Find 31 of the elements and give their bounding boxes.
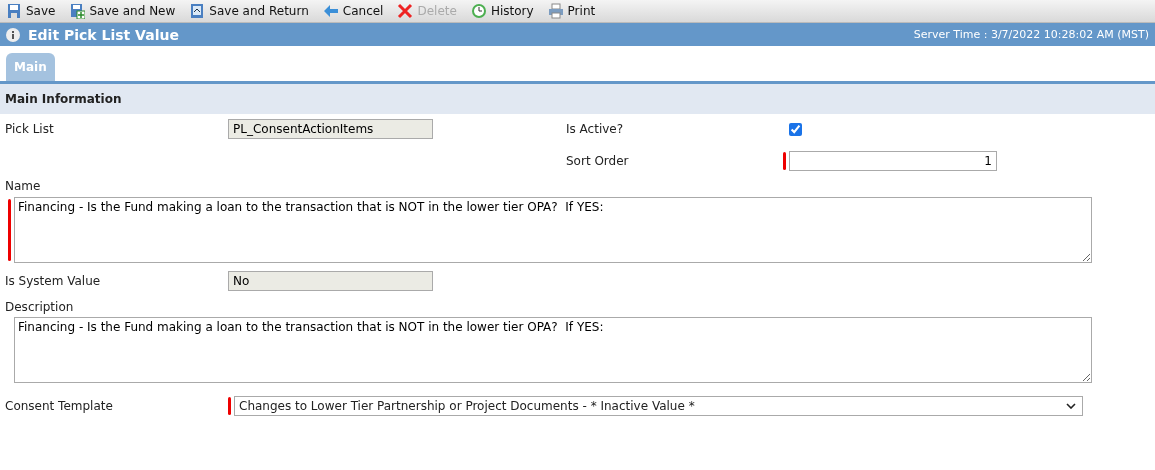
caret-icon <box>1066 403 1076 409</box>
cancel-button[interactable]: Cancel <box>320 1 386 21</box>
field-label: Consent Template <box>4 399 114 413</box>
clock-icon <box>470 3 487 19</box>
field-label: Is System Value <box>4 274 102 288</box>
field-label: Name <box>4 179 42 193</box>
field-label: Is Active? <box>565 122 625 136</box>
cross-icon <box>397 3 414 19</box>
info-icon <box>6 27 20 42</box>
server-time: Server Time : 3/7/2022 10:28:02 AM (MST) <box>913 28 1149 41</box>
save-new-button[interactable]: Save and New <box>67 1 178 21</box>
field-label: Pick List <box>4 122 55 136</box>
name-field[interactable]: Financing - Is the Fund making a loan to the transaction that is NOT in the lower tier OPA? If YES: <box>14 197 1092 263</box>
printer-icon <box>547 3 564 19</box>
section-title: Main Information <box>5 92 122 106</box>
floppy-plus-icon <box>69 3 86 19</box>
description-field[interactable]: Financing - Is the Fund making a loan to the transaction that is NOT in the lower tier OPA? If YES: <box>14 317 1092 383</box>
field-label: Description <box>4 300 75 314</box>
left-arrow-icon <box>322 3 339 19</box>
save-button[interactable]: Save <box>4 1 58 21</box>
consent-template-dropdown[interactable]: Changes to Lower Tier Partnership or Project Documents - * Inactive Value * <box>234 396 1083 416</box>
pick-list-field[interactable]: PL_ConsentActionItems <box>228 119 433 139</box>
system-value-field[interactable]: No <box>228 271 433 291</box>
sort-order-field[interactable]: 1 <box>789 151 997 171</box>
active-checkbox[interactable] <box>789 122 802 136</box>
floppy-icon <box>6 3 22 19</box>
field-label: Sort Order <box>565 154 630 168</box>
print-button[interactable]: Print <box>545 1 598 21</box>
save-return-button[interactable]: Save and Return <box>187 1 311 21</box>
history-button[interactable]: History <box>468 1 536 21</box>
page-title: Edit Pick List Value <box>28 26 180 43</box>
